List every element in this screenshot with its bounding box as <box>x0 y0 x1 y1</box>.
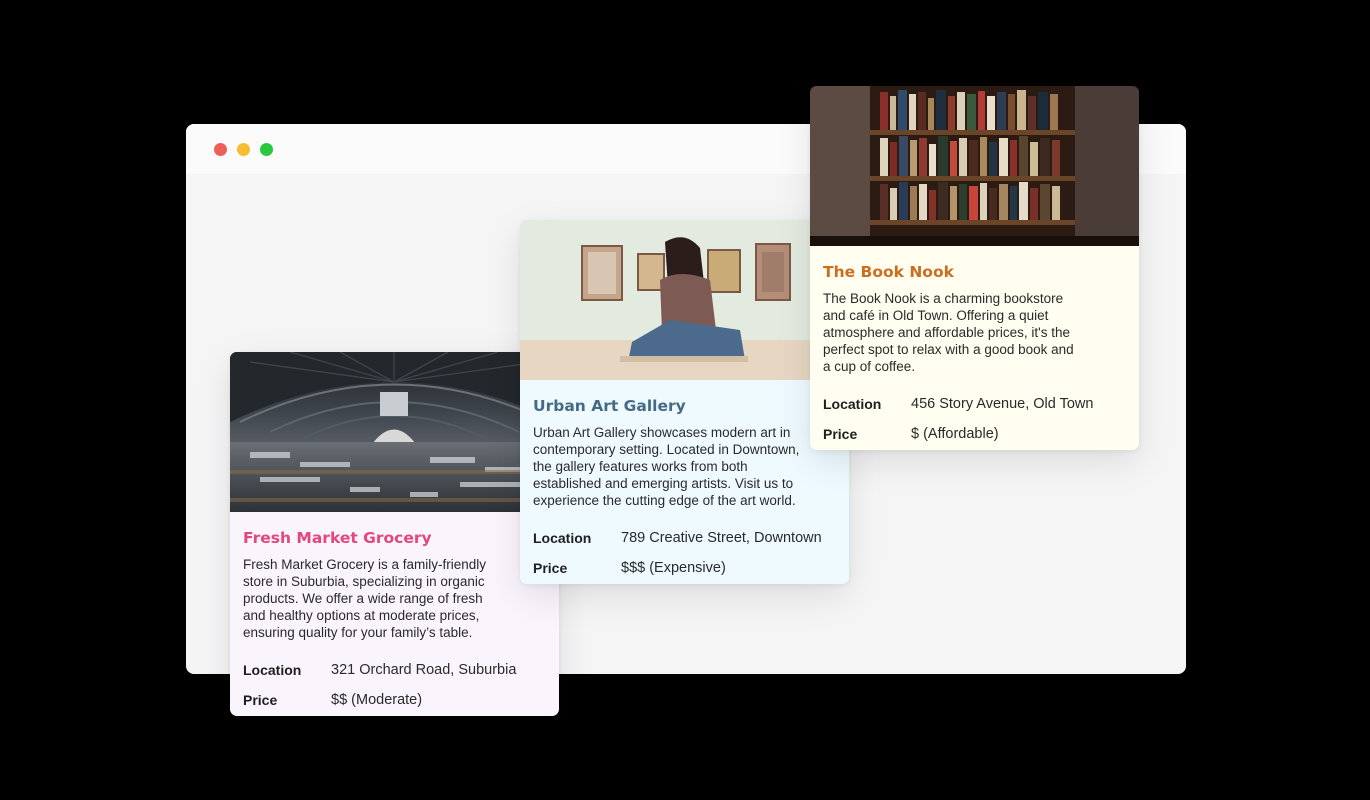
gallery-image <box>520 220 849 380</box>
card-body: Urban Art Gallery Urban Art Gallery show… <box>520 380 849 584</box>
location-value: 456 Story Avenue, Old Town <box>911 396 1094 412</box>
card-details: Location 456 Story Avenue, Old Town Pric… <box>823 389 1126 449</box>
card-body: The Book Nook The Book Nook is a charmin… <box>810 246 1139 450</box>
card-title[interactable]: The Book Nook <box>823 262 1126 282</box>
card-title[interactable]: Fresh Market Grocery <box>243 528 546 548</box>
minimize-window-button[interactable] <box>237 143 250 156</box>
card-description: Fresh Market Grocery is a family-friendl… <box>243 557 487 640</box>
listing-card-fresh-market-grocery[interactable]: Fresh Market Grocery Fresh Market Grocer… <box>230 352 559 716</box>
gallery-photo <box>520 220 849 380</box>
close-window-button[interactable] <box>214 143 227 156</box>
location-label: Location <box>823 396 882 412</box>
maximize-window-button[interactable] <box>260 143 273 156</box>
location-value: 321 Orchard Road, Suburbia <box>331 662 517 678</box>
price-row: Price $ (Affordable) <box>823 419 1126 449</box>
location-row: Location 789 Creative Street, Downtown <box>533 523 836 553</box>
card-description: Urban Art Gallery showcases modern art i… <box>533 425 800 508</box>
card-title[interactable]: Urban Art Gallery <box>533 396 836 416</box>
price-label: Price <box>533 560 568 576</box>
market-hall-image <box>230 352 559 512</box>
card-description: The Book Nook is a charming bookstore an… <box>823 291 1074 374</box>
price-value: $$$ (Expensive) <box>621 560 726 576</box>
card-details: Location 789 Creative Street, Downtown P… <box>533 523 836 583</box>
bookshelf-image <box>810 86 1139 246</box>
bookshelf-photo <box>810 86 1139 246</box>
location-row: Location 321 Orchard Road, Suburbia <box>243 655 546 685</box>
location-label: Location <box>533 530 592 546</box>
card-body: Fresh Market Grocery Fresh Market Grocer… <box>230 512 559 716</box>
listing-card-the-book-nook[interactable]: The Book Nook The Book Nook is a charmin… <box>810 86 1139 450</box>
price-row: Price $$$ (Expensive) <box>533 553 836 583</box>
location-label: Location <box>243 662 302 678</box>
listing-card-urban-art-gallery[interactable]: Urban Art Gallery Urban Art Gallery show… <box>520 220 849 584</box>
market-hall-photo <box>230 352 559 512</box>
price-label: Price <box>243 692 278 708</box>
price-value: $$ (Moderate) <box>331 692 423 708</box>
price-label: Price <box>823 426 858 442</box>
price-value: $ (Affordable) <box>911 426 999 442</box>
location-row: Location 456 Story Avenue, Old Town <box>823 389 1126 419</box>
price-row: Price $$ (Moderate) <box>243 685 546 715</box>
location-value: 789 Creative Street, Downtown <box>621 530 822 546</box>
card-details: Location 321 Orchard Road, Suburbia Pric… <box>243 655 546 715</box>
